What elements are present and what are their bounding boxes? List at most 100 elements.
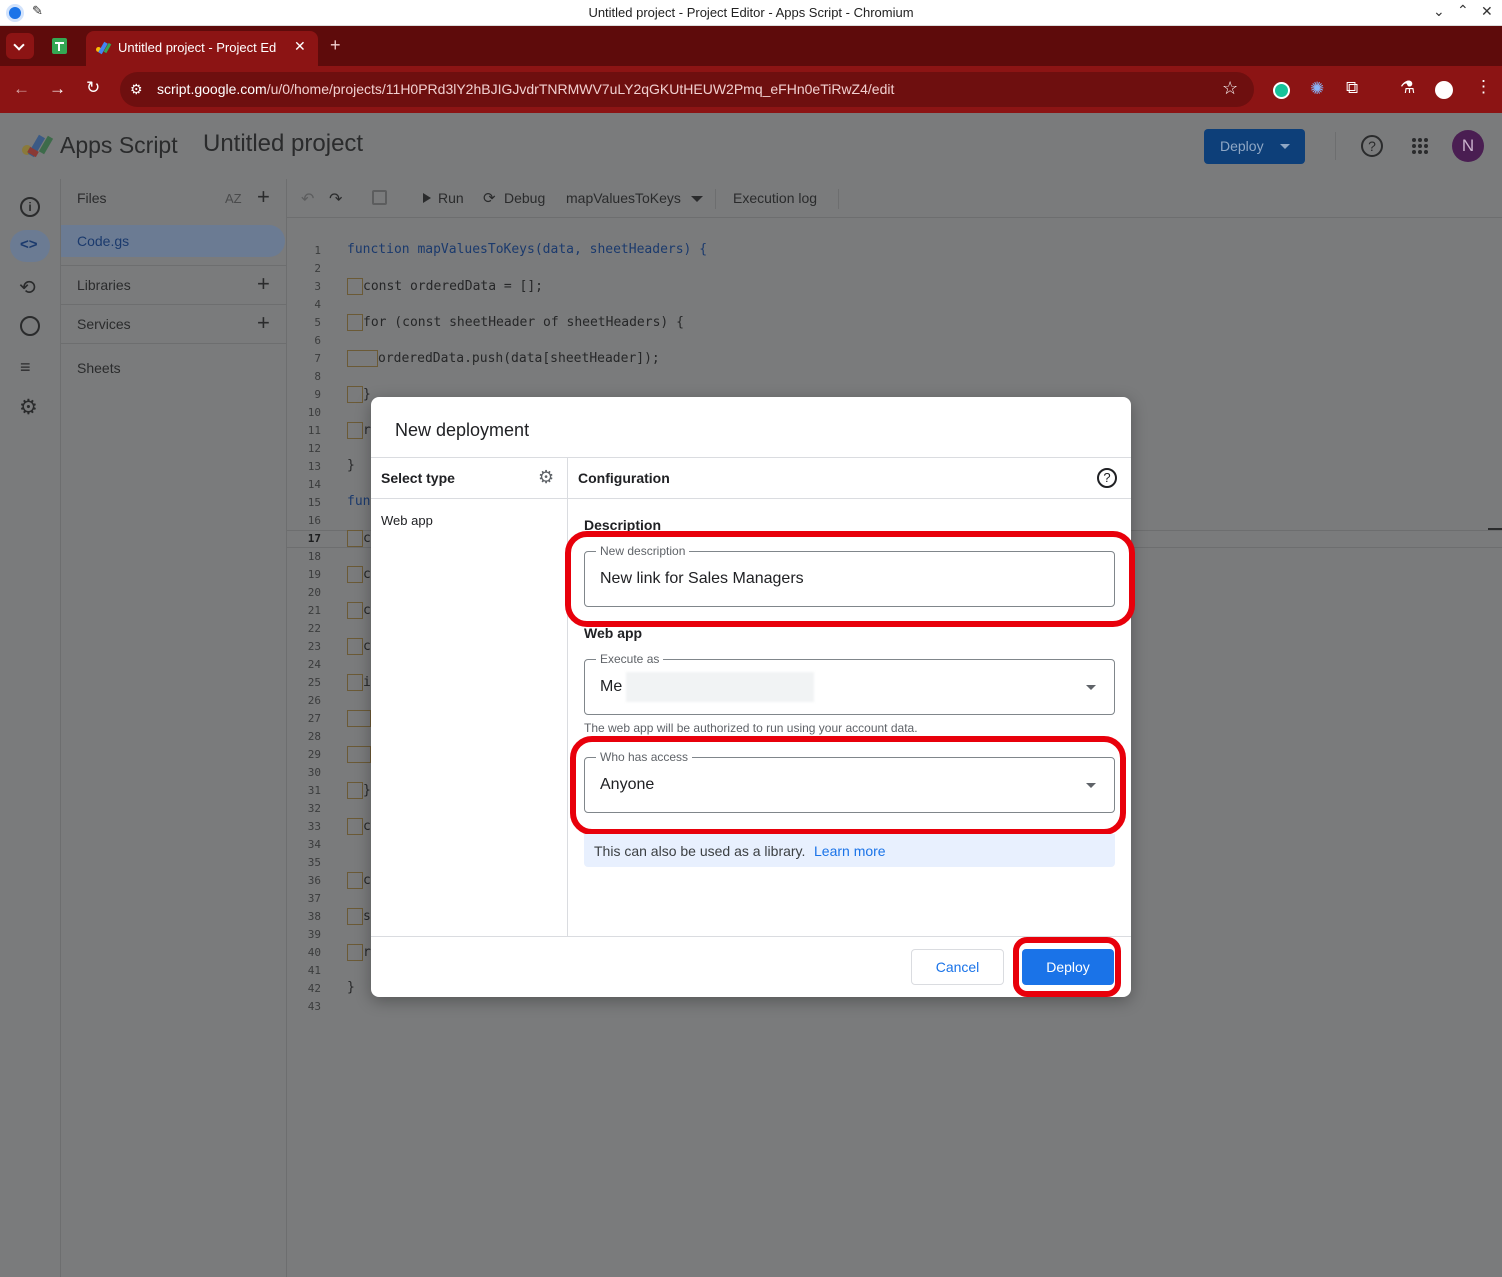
type-item-web-app[interactable]: Web app [381,513,433,528]
help-icon[interactable]: ? [1097,468,1117,488]
overview-icon[interactable]: i [20,197,40,217]
execute-as-select[interactable]: Execute as Me [584,652,1115,715]
code-line-7[interactable]: orderedData.push(data[sheetHeader]); [347,350,660,367]
back-icon[interactable]: ← [13,79,30,99]
library-note-text: This can also be used as a library. [594,843,806,859]
redo-icon[interactable]: ↷ [329,189,342,209]
browser-menu-icon[interactable]: ⋮ [1475,77,1492,97]
labs-flask-icon[interactable]: ⚗ [1400,78,1415,98]
settings-gear-icon[interactable]: ⚙ [19,395,38,420]
settings-gear-icon[interactable]: ⚙ [538,467,554,488]
window-title: Untitled project - Project Editor - Apps… [588,5,914,20]
file-item-code-gs[interactable]: Code.gs [61,225,285,257]
sheets-tab-icon[interactable] [52,38,67,54]
dropdown-arrow-icon [1086,685,1096,690]
code-line-9[interactable]: } [347,386,371,403]
apps-script-favicon [96,41,112,55]
line-number: 26 [307,694,321,707]
debug-icon[interactable]: ⟳ [483,189,496,207]
code-line-13[interactable]: } [347,458,355,473]
code-line-25[interactable]: i [347,674,371,691]
cancel-button[interactable]: Cancel [911,949,1004,985]
add-file-icon[interactable]: + [257,184,270,210]
code-line-23[interactable]: c [347,638,371,655]
code-line-3[interactable]: const orderedData = []; [347,278,543,295]
executions-icon[interactable]: ≡ [20,357,31,378]
code-line-5[interactable]: for (const sheetHeader of sheetHeaders) … [347,314,684,331]
history-icon[interactable]: ⟲ [19,275,36,300]
undo-icon[interactable]: ↶ [301,189,314,209]
toolbar-divider [715,189,716,209]
code-line-21[interactable]: c [347,602,371,619]
code-line-42[interactable]: } [347,980,355,995]
add-service-icon[interactable]: + [257,310,270,336]
scrollbar-marker[interactable] [1488,528,1502,530]
sort-az-icon[interactable]: AZ [225,191,242,206]
code-line-27[interactable] [347,710,371,727]
function-select[interactable]: mapValuesToKeys [566,190,681,206]
forward-icon[interactable]: → [49,79,66,99]
address-bar[interactable]: ⚙ script.google.com/u/0/home/projects/11… [120,72,1254,107]
close-tab-icon[interactable]: ✕ [294,38,306,55]
line-number: 31 [307,784,321,797]
url-text: script.google.com/u/0/home/projects/11H0… [157,81,894,97]
close-window-icon[interactable]: ✕ [1481,3,1493,20]
code-line-11[interactable]: r [347,422,371,439]
code-line-15[interactable]: fun [347,494,370,509]
avatar[interactable]: N [1452,130,1484,162]
line-number: 34 [307,838,321,851]
extensions-icon[interactable]: ⧉ [1346,78,1358,98]
code-line-29[interactable] [347,746,371,763]
project-title[interactable]: Untitled project [203,130,363,158]
code-text: c [363,873,371,888]
indent-guide [347,422,363,439]
line-number: 16 [307,514,321,527]
code-line-36[interactable]: c [347,872,371,889]
code-text: } [347,980,355,995]
profile-icon[interactable] [1435,81,1453,99]
minimize-icon[interactable]: ⌄ [1433,3,1445,20]
triggers-alarm-icon[interactable] [20,316,40,336]
editor-nav-item[interactable]: <> [10,230,50,262]
editor-toolbar: ↶ ↷ Run ⟳ Debug mapValuesToKeys Executio… [287,179,1502,218]
learn-more-link[interactable]: Learn more [814,843,886,859]
help-icon[interactable]: ? [1361,135,1383,157]
code-line-17[interactable]: c [347,530,371,547]
line-number: 37 [307,892,321,905]
site-info-icon[interactable]: ⚙ [130,81,143,98]
reload-icon[interactable]: ↻ [86,78,100,98]
indent-guide [347,710,371,727]
code-line-31[interactable]: } [347,782,371,799]
active-tab[interactable]: Untitled project - Project Ed ✕ [86,31,318,66]
tab-search-button[interactable] [6,33,34,59]
debug-button[interactable]: Debug [504,190,545,206]
new-deployment-dialog: New deployment Select type ⚙ Web app Con… [371,397,1135,997]
extension-puzzle-icon[interactable]: ✺ [1310,79,1324,99]
select-type-heading: Select type [381,470,455,486]
run-button[interactable]: Run [438,190,464,206]
apps-grid-icon[interactable] [1411,137,1429,155]
code-line-40[interactable]: r [347,944,371,961]
add-library-icon[interactable]: + [257,271,270,297]
bookmark-star-icon[interactable]: ☆ [1222,78,1238,99]
indent-guide [347,782,363,799]
new-tab-icon[interactable]: + [330,35,341,56]
code-text: } [347,458,355,473]
deploy-menu-button[interactable]: Deploy [1204,129,1305,164]
indent-guide [347,530,363,547]
service-sheets[interactable]: Sheets [77,360,121,376]
code-line-1[interactable]: function mapValuesToKeys(data, sheetHead… [347,242,707,257]
maximize-icon[interactable]: ⌃ [1457,2,1469,19]
save-icon[interactable] [372,190,387,205]
code-text: } [363,783,371,798]
line-number: 36 [307,874,321,887]
grammarly-extension-icon[interactable] [1273,82,1290,99]
execution-log-button[interactable]: Execution log [733,190,817,206]
code-line-33[interactable]: c [347,818,371,835]
highlight-access [570,736,1126,835]
code-line-38[interactable]: s [347,908,371,925]
code-line-19[interactable]: c [347,566,371,583]
indent-guide [347,944,363,961]
run-play-icon[interactable] [423,193,431,203]
line-number: 13 [307,460,321,473]
